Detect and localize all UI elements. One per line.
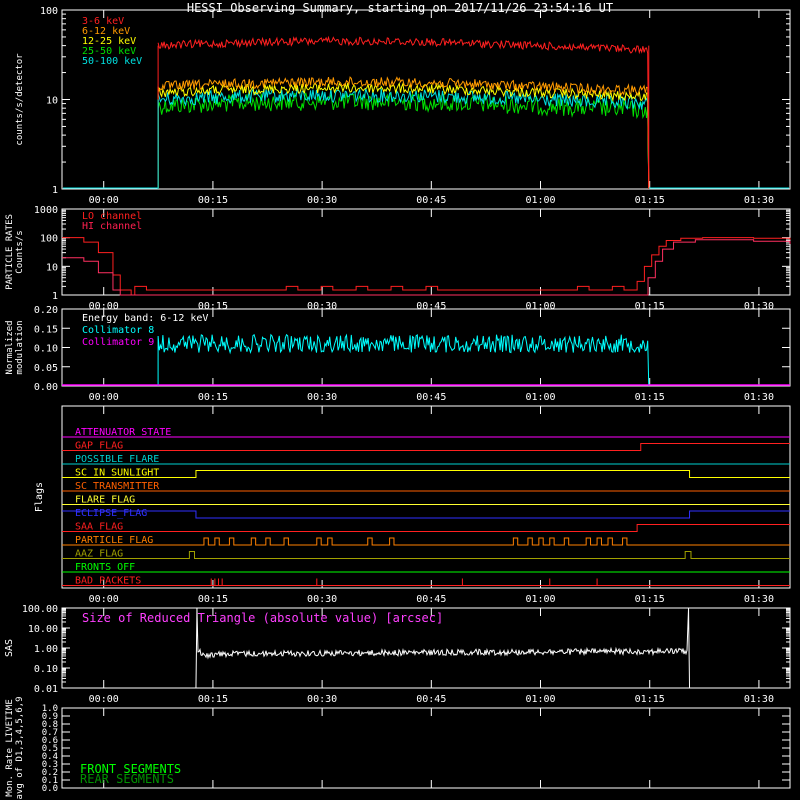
particle-ylabel-line1: PARTICLE RATES: [5, 214, 15, 290]
flag-trace: [62, 524, 790, 532]
sas-ytick-label: 10.00: [28, 624, 58, 635]
sas-ytick-label: 0.10: [34, 664, 58, 675]
time-tick-label: 00:30: [307, 195, 337, 206]
sas-ytick-label: 1.00: [34, 644, 58, 655]
sas-ytick-label: 100.00: [22, 604, 58, 615]
hessi-summary-figure: HESSI Observing Summary, starting on 201…: [0, 0, 800, 800]
particle-ytick-label: 1: [52, 291, 58, 302]
flag-label: BAD_PACKETS: [75, 576, 141, 587]
flag-label: FLARE_FLAG: [75, 495, 135, 506]
time-tick-label: 00:15: [198, 392, 228, 403]
flag-label: POSSIBLE_FLARE: [75, 454, 159, 465]
time-tick-label: 01:00: [525, 694, 555, 705]
time-tick-label: 00:45: [416, 594, 446, 605]
modulation-ylabel-line1: Normalized: [5, 320, 15, 374]
modulation-energy-band: Energy band: 6-12 keV: [82, 313, 208, 324]
flag-label: PARTICLE_FLAG: [75, 535, 153, 546]
particle-frame: [61, 208, 791, 296]
time-tick-label: 01:15: [635, 392, 665, 403]
time-tick-label: 00:00: [89, 694, 119, 705]
particle-ylabel-line2: Counts/s: [15, 230, 25, 273]
flag-trace: [62, 443, 790, 451]
time-tick-label: 00:45: [416, 392, 446, 403]
legend-entry: Collimator 9: [82, 337, 154, 348]
flag-label: ATTENUATOR_STATE: [75, 427, 171, 438]
time-tick-label: 01:30: [744, 594, 774, 605]
flag-label: SC_IN_SUNLIGHT: [75, 468, 159, 479]
time-tick-label: 01:30: [744, 195, 774, 206]
modulation-ytick-label: 0.00: [34, 382, 58, 393]
time-tick-label: 00:30: [307, 694, 337, 705]
time-tick-label: 01:15: [635, 195, 665, 206]
sas-annotation: Size of Reduced Triangle (absolute value…: [82, 611, 443, 625]
particle-ytick-label: 1000: [34, 205, 58, 216]
flag-trace: [62, 510, 790, 519]
time-tick-label: 01:15: [635, 694, 665, 705]
modulation-ylabel-line2: modulation: [15, 320, 25, 374]
flag-label: SAA_FLAG: [75, 522, 123, 533]
modulation-ytick-label: 0.20: [34, 305, 58, 316]
time-tick-label: 00:15: [198, 694, 228, 705]
legend-entry: 50-100 keV: [82, 56, 142, 67]
flag-label: GAP_FLAG: [75, 441, 123, 452]
legend-entry: REAR SEGMENTS: [80, 772, 174, 786]
figure-canvas: HESSI Observing Summary, starting on 201…: [4, 1, 791, 800]
time-tick-label: 00:30: [307, 392, 337, 403]
flag-label: ECLIPSE_FLAG: [75, 508, 147, 519]
time-tick-label: 00:45: [416, 195, 446, 206]
collimator-8-line: [157, 333, 650, 387]
time-tick-label: 00:00: [89, 594, 119, 605]
time-tick-label: 01:30: [744, 392, 774, 403]
particle-ytick-label: 100: [40, 234, 58, 245]
time-tick-label: 00:30: [307, 594, 337, 605]
time-tick-label: 00:00: [89, 392, 119, 403]
lightcurves-ytick-label: 10: [46, 96, 58, 107]
figure-title: HESSI Observing Summary, starting on 201…: [187, 1, 613, 15]
livetime-ytick-label: 1.0: [42, 704, 58, 714]
time-tick-label: 00:00: [89, 195, 119, 206]
time-tick-label: 01:00: [525, 594, 555, 605]
flag-label: FRONTS_OFF: [75, 562, 135, 573]
time-tick-label: 01:00: [525, 392, 555, 403]
legend-entry: Collimator 8: [82, 325, 154, 336]
lightcurve-3-6-kev: [157, 35, 650, 190]
lightcurve-25-50-kev: [157, 91, 650, 190]
flag-label: AAZ_FLAG: [75, 549, 123, 560]
modulation-ytick-label: 0.05: [34, 363, 58, 374]
time-tick-label: 00:45: [416, 694, 446, 705]
lightcurves-ytick-label: 100: [40, 6, 58, 17]
legend-entry: HI channel: [82, 221, 142, 232]
flag-trace: [62, 551, 790, 559]
flags-ylabel: Flags: [34, 482, 45, 512]
modulation-ytick-label: 0.15: [34, 324, 58, 335]
modulation-ytick-label: 0.10: [34, 344, 58, 355]
livetime-ylabel-line1: Mon. Rate LIVETIME: [5, 699, 15, 797]
time-tick-label: 01:00: [525, 195, 555, 206]
flag-trace: [62, 578, 790, 586]
flag-label: SC_TRANSMITTER: [75, 481, 160, 492]
lightcurves-frame: [61, 9, 791, 190]
lightcurves-ytick-label: 1: [52, 185, 58, 196]
particle-ytick-label: 10: [46, 262, 58, 273]
livetime-ylabel-line2: avg of D1,3,4,5,6,9: [15, 697, 25, 800]
sas-ytick-label: 0.01: [34, 684, 58, 695]
time-tick-label: 01:30: [744, 694, 774, 705]
time-tick-label: 00:15: [198, 195, 228, 206]
time-tick-label: 01:15: [635, 594, 665, 605]
time-tick-label: 00:15: [198, 594, 228, 605]
flag-trace: [62, 537, 790, 546]
lightcurves-ylabel: counts/s/detector: [15, 53, 25, 146]
flag-trace: [62, 470, 790, 478]
sas-ylabel: SAS: [4, 639, 15, 657]
particle-lo-channel-line: [62, 237, 791, 296]
